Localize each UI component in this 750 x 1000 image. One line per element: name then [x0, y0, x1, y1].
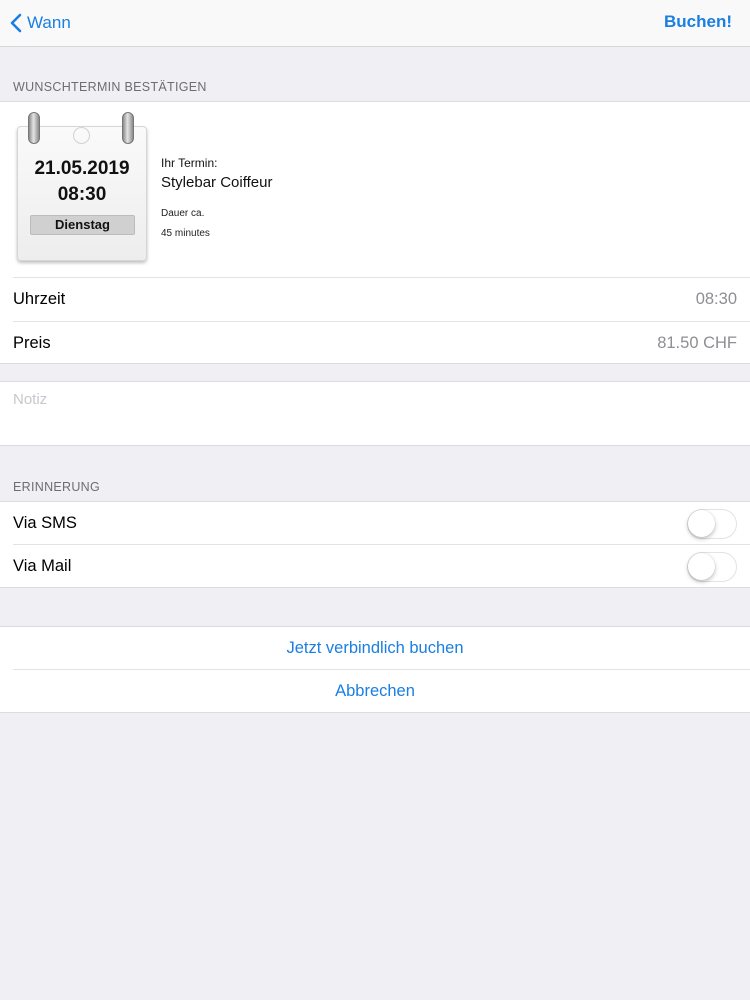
calendar-ring	[122, 112, 134, 144]
back-button[interactable]: Wann	[10, 11, 71, 35]
section-header-reminder: ERINNERUNG	[13, 480, 101, 494]
sms-reminder-toggle[interactable]	[687, 508, 737, 539]
cancel-button[interactable]: Abbrechen	[0, 670, 750, 713]
sms-reminder-label: Via SMS	[13, 514, 77, 532]
row-mail-reminder: Via Mail	[0, 545, 750, 588]
book-now-button[interactable]: Buchen!	[664, 12, 732, 32]
note-placeholder: Notiz	[13, 391, 48, 408]
row-price: Preis 81.50 CHF	[0, 322, 750, 365]
mail-reminder-toggle[interactable]	[687, 551, 737, 582]
note-field[interactable]	[0, 381, 750, 446]
action-group: Jetzt verbindlich buchen Abbrechen	[0, 626, 750, 713]
row-sms-reminder: Via SMS	[0, 502, 750, 545]
toggle-knob	[688, 552, 715, 580]
back-button-label: Wann	[27, 13, 71, 32]
calendar-date: 21.05.2019	[34, 158, 130, 179]
duration-label: Dauer ca.	[161, 208, 205, 219]
salon-name: Stylebar Coiffeur	[161, 174, 273, 191]
toggle-knob	[688, 509, 715, 537]
chevron-left-icon	[10, 13, 22, 33]
row-price-value: 81.50 CHF	[657, 334, 737, 352]
mail-reminder-label: Via Mail	[13, 557, 72, 575]
row-time: Uhrzeit 08:30	[0, 278, 750, 321]
reminder-group: Via SMS Via Mail	[0, 501, 750, 588]
row-time-label: Uhrzeit	[13, 290, 66, 308]
section-header-confirm: WUNSCHTERMIN BESTÄTIGEN	[13, 80, 207, 94]
check-circle-icon	[73, 127, 90, 144]
row-time-value: 08:30	[695, 290, 737, 308]
book-binding-button[interactable]: Jetzt verbindlich buchen	[0, 627, 750, 670]
calendar-time: 08:30	[57, 184, 107, 205]
calendar-icon: 21.05.2019 08:30 Dienstag	[16, 112, 148, 264]
duration-value: 45 minutes	[161, 228, 210, 239]
calendar-weekday: Dienstag	[30, 215, 135, 235]
navigation-bar: Wann Buchen!	[0, 0, 750, 47]
calendar-ring	[28, 112, 40, 144]
appointment-label: Ihr Termin:	[161, 156, 218, 170]
row-price-label: Preis	[13, 334, 51, 352]
